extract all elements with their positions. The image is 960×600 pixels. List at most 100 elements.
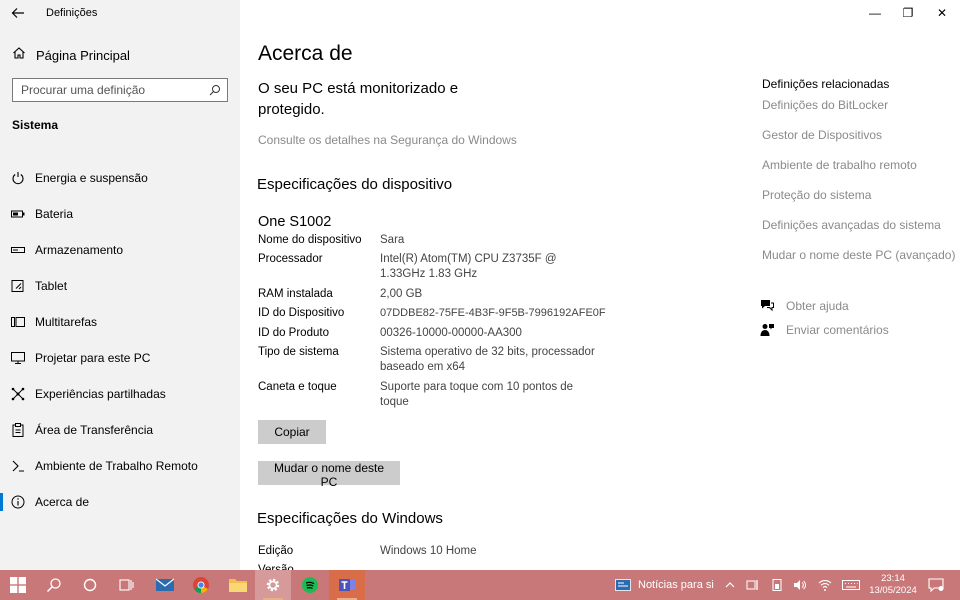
spec-key: ID do Produto <box>258 327 329 339</box>
sidebar-item-label: Bateria <box>35 207 74 221</box>
mail-app-button[interactable] <box>146 570 182 600</box>
related-settings-title: Definições relacionadas <box>762 77 890 91</box>
search-icon[interactable] <box>209 84 221 96</box>
spec-row-version: Versão <box>258 563 618 570</box>
main-content: Acerca de O seu PC está monitorizado e p… <box>240 0 960 570</box>
file-explorer-button[interactable] <box>219 570 255 600</box>
battery-icon <box>11 210 25 218</box>
clock-date: 13/05/2024 <box>869 585 917 596</box>
multitasking-icon <box>11 317 25 327</box>
clock[interactable]: 23:14 13/05/2024 <box>866 573 920 597</box>
info-icon <box>11 495 25 509</box>
chevron-up-icon[interactable] <box>723 578 737 592</box>
windows-specs-title: Especificações do Windows <box>257 510 443 527</box>
chrome-button[interactable] <box>183 570 219 600</box>
spec-value: Intel(R) Atom(TM) CPU Z3735F @ 1.33GHz 1… <box>380 253 557 280</box>
sidebar-item-label: Armazenamento <box>35 243 124 257</box>
device-specs-title: Especificações do dispositivo <box>257 176 453 193</box>
battery-icon[interactable] <box>770 578 784 592</box>
sidebar-item-label: Área de Transferência <box>35 423 154 437</box>
spec-value: 00326-10000-00000-AA300 <box>380 327 522 339</box>
spec-value: Sistema operativo de 32 bits, processado… <box>380 346 595 373</box>
sidebar-item-clipboard[interactable]: Área de Transferência <box>0 415 240 445</box>
sidebar-item-label: Projetar para este PC <box>35 351 151 365</box>
sidebar-item-about[interactable]: Acerca de <box>0 487 240 517</box>
search-taskbar-button[interactable] <box>36 570 72 600</box>
volume-icon[interactable] <box>793 578 807 592</box>
cortana-button[interactable] <box>72 570 108 600</box>
search-box[interactable] <box>12 78 228 102</box>
sidebar-item-label: Acerca de <box>35 495 90 509</box>
sidebar: Definições Página Principal Sistema Ener… <box>0 0 240 570</box>
spec-key: Processador <box>258 253 323 265</box>
device-manager-link[interactable]: Gestor de Dispositivos <box>762 128 882 142</box>
news-widget-label[interactable]: Notícias para si <box>638 579 714 591</box>
page-title: Acerca de <box>258 42 353 65</box>
pen-workspace-icon[interactable] <box>746 578 760 592</box>
device-model: One S1002 <box>258 214 332 230</box>
keyboard-icon[interactable] <box>842 578 860 592</box>
help-chat-icon <box>761 300 774 312</box>
advanced-system-settings-link[interactable]: Definições avançadas do sistema <box>762 218 941 232</box>
feedback-icon <box>760 324 774 336</box>
search-input[interactable] <box>13 79 203 101</box>
back-arrow-icon <box>11 8 24 18</box>
sidebar-item-label: Multitarefas <box>35 315 98 329</box>
news-widget-icon[interactable] <box>615 578 631 592</box>
rename-pc-advanced-link[interactable]: Mudar o nome deste PC (avançado) <box>762 248 955 262</box>
bitlocker-settings-link[interactable]: Definições do BitLocker <box>762 98 888 112</box>
project-icon <box>11 352 25 364</box>
cortana-icon <box>83 578 97 592</box>
sidebar-item-remote-desktop[interactable]: Ambiente de Trabalho Remoto <box>0 451 240 481</box>
teams-icon <box>339 579 356 591</box>
copy-button[interactable]: Copiar <box>258 420 326 444</box>
sidebar-item-multitasking[interactable]: Multitarefas <box>0 307 240 337</box>
teams-button[interactable] <box>329 570 365 600</box>
shared-experiences-icon <box>11 387 25 401</box>
sidebar-item-storage[interactable]: Armazenamento <box>0 235 240 265</box>
spotify-icon <box>302 577 318 593</box>
clock-time: 23:14 <box>881 573 905 584</box>
spec-value: Windows 10 Home <box>380 545 477 557</box>
clipboard-icon <box>12 423 24 437</box>
sidebar-item-tablet[interactable]: Tablet <box>0 271 240 301</box>
sidebar-item-label: Energia e suspensão <box>35 171 148 185</box>
sidebar-item-project[interactable]: Projetar para este PC <box>0 343 240 373</box>
task-view-icon <box>119 579 134 591</box>
power-icon <box>12 172 24 185</box>
taskbar: Notícias para si 23:14 13/05/2024 <box>0 570 960 600</box>
notification-center-icon[interactable] <box>928 578 944 592</box>
get-help-label: Obter ajuda <box>786 299 849 313</box>
sidebar-item-label: Página Principal <box>36 48 130 63</box>
start-button[interactable] <box>0 570 36 600</box>
sidebar-item-battery[interactable]: Bateria <box>0 199 240 229</box>
settings-taskbar-button[interactable] <box>255 570 291 600</box>
sidebar-section-title: Sistema <box>12 118 59 132</box>
spec-key: Versão <box>258 564 294 570</box>
rename-pc-button[interactable]: Mudar o nome deste PC <box>258 461 400 489</box>
sidebar-item-power[interactable]: Energia e suspensão <box>0 163 240 193</box>
system-protection-link[interactable]: Proteção do sistema <box>762 188 871 202</box>
spec-key: Nome do dispositivo <box>258 234 362 246</box>
send-feedback-label: Enviar comentários <box>786 323 889 337</box>
sidebar-item-label: Tablet <box>35 279 68 293</box>
windows-security-link[interactable]: Consulte os detalhes na Segurança do Win… <box>258 133 517 147</box>
sidebar-item-shared-experiences[interactable]: Experiências partilhadas <box>0 379 240 409</box>
spotify-button[interactable] <box>292 570 328 600</box>
remote-desktop-link[interactable]: Ambiente de trabalho remoto <box>762 158 917 172</box>
wifi-icon[interactable] <box>818 578 832 592</box>
task-view-button[interactable] <box>108 570 144 600</box>
spec-key: RAM instalada <box>258 288 333 300</box>
spec-key: Caneta e toque <box>258 381 337 393</box>
folder-icon <box>229 579 247 592</box>
spec-value: Suporte para toque com 10 pontos de toqu… <box>380 381 574 408</box>
spec-key: Edição <box>258 545 294 557</box>
app-title: Definições <box>46 7 98 19</box>
spec-value: 2,00 GB <box>380 288 423 300</box>
spec-value: Sara <box>380 234 405 246</box>
sidebar-item-home[interactable]: Página Principal <box>0 42 240 68</box>
home-icon <box>13 47 25 59</box>
chrome-icon <box>193 577 209 593</box>
back-button[interactable] <box>8 4 28 22</box>
remote-desktop-icon <box>12 460 24 472</box>
